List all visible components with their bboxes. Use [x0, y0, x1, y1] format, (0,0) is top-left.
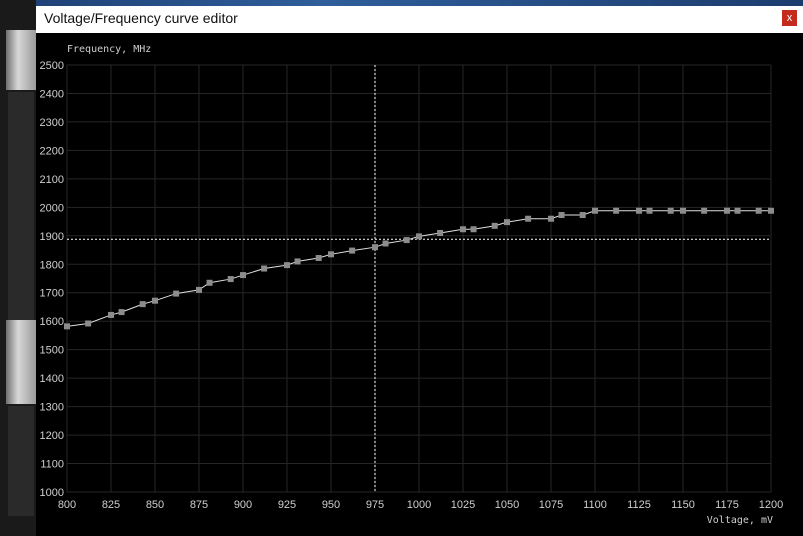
curve-point[interactable]: [152, 297, 158, 304]
curve-point[interactable]: [227, 276, 234, 283]
y-tick-label-1300: 1300: [40, 402, 64, 414]
curve-point[interactable]: [206, 279, 213, 286]
curve-point[interactable]: [548, 215, 554, 222]
x-tick-label-1050: 1050: [495, 499, 519, 511]
curve-point[interactable]: [579, 212, 586, 219]
curve-point[interactable]: [470, 226, 477, 233]
curve-point[interactable]: [437, 229, 444, 236]
chart-tick-labels: 800 825 850 875 900 925 950 975 1000 1025 1050 1075…: [40, 60, 784, 511]
curve-point[interactable]: [646, 207, 653, 214]
curve-point[interactable]: [315, 255, 322, 262]
curve-point[interactable]: [416, 233, 422, 240]
curve-point[interactable]: [701, 207, 708, 214]
y-tick-label-2100: 2100: [40, 174, 64, 186]
y-tick-label-1900: 1900: [40, 231, 64, 243]
curve-point[interactable]: [613, 207, 620, 214]
close-button[interactable]: x: [782, 10, 797, 26]
curve-point[interactable]: [382, 240, 389, 247]
y-axis-label: Frequency, MHz: [67, 44, 151, 55]
close-icon: x: [786, 12, 793, 24]
y-tick-label-1100: 1100: [40, 459, 64, 471]
x-tick-label-975: 975: [366, 499, 384, 511]
x-tick-label-1150: 1150: [671, 499, 695, 511]
y-tick-label-1400: 1400: [40, 373, 64, 385]
x-tick-label-1175: 1175: [715, 499, 739, 511]
curve-point[interactable]: [724, 207, 730, 214]
y-tick-label-1200: 1200: [40, 430, 64, 442]
x-tick-label-1000: 1000: [407, 499, 431, 511]
y-tick-label-1600: 1600: [40, 316, 64, 328]
curve-point[interactable]: [734, 207, 741, 214]
x-tick-label-900: 900: [234, 499, 252, 511]
x-tick-label-1075: 1075: [539, 499, 563, 511]
curve-point[interactable]: [768, 207, 774, 214]
curve-point[interactable]: [284, 262, 290, 269]
x-tick-label-800: 800: [58, 499, 76, 511]
curve-point[interactable]: [261, 265, 268, 272]
y-tick-label-2000: 2000: [40, 202, 64, 214]
y-tick-label-2400: 2400: [40, 88, 64, 100]
panel-chrome-top: [6, 30, 36, 90]
x-axis-label: Voltage, mV: [707, 515, 773, 526]
x-tick-label-825: 825: [102, 499, 120, 511]
curve-point[interactable]: [525, 215, 532, 222]
y-tick-label-1700: 1700: [40, 288, 64, 300]
curve-point[interactable]: [294, 258, 301, 265]
curve-point[interactable]: [139, 301, 146, 308]
y-tick-label-1800: 1800: [40, 259, 64, 271]
curve-point[interactable]: [636, 207, 642, 214]
curve-point[interactable]: [85, 320, 92, 327]
panel-gauge-strip: [8, 92, 34, 320]
x-tick-label-1100: 1100: [583, 499, 607, 511]
y-tick-label-1500: 1500: [40, 345, 64, 357]
curve-point[interactable]: [108, 311, 114, 318]
y-tick-label-1000: 1000: [40, 487, 64, 499]
curve-point[interactable]: [667, 207, 674, 214]
curve-point[interactable]: [173, 290, 180, 297]
y-tick-label-2500: 2500: [40, 60, 64, 72]
curve-point[interactable]: [504, 219, 510, 226]
x-tick-label-875: 875: [190, 499, 208, 511]
curve-point[interactable]: [372, 244, 378, 251]
curve-point[interactable]: [460, 226, 466, 233]
title-bar[interactable]: Voltage/Frequency curve editor x: [36, 6, 803, 33]
x-tick-label-950: 950: [322, 499, 340, 511]
curve-point[interactable]: [558, 212, 565, 219]
curve-point[interactable]: [196, 286, 202, 293]
y-tick-label-2300: 2300: [40, 117, 64, 129]
panel-chrome-middle: [6, 320, 36, 404]
curve-point[interactable]: [64, 323, 70, 330]
vf-curve-chart[interactable]: 800 825 850 875 900 925 950 975 1000 1025 1050 1075…: [36, 33, 803, 536]
curve-point[interactable]: [592, 207, 598, 214]
curve-point[interactable]: [755, 207, 762, 214]
vf-curve-editor-window: Voltage/Frequency curve editor x 800 825 8…: [36, 6, 803, 536]
x-tick-label-925: 925: [278, 499, 296, 511]
window-title: Voltage/Frequency curve editor: [44, 10, 238, 26]
background-app-panel: [0, 0, 36, 536]
x-tick-label-850: 850: [146, 499, 164, 511]
curve-point[interactable]: [328, 251, 334, 258]
curve-point[interactable]: [349, 247, 356, 254]
x-tick-label-1025: 1025: [451, 499, 475, 511]
chart-grid: [66, 64, 772, 493]
y-tick-label-2200: 2200: [40, 145, 64, 157]
curve-point[interactable]: [118, 309, 125, 316]
curve-point[interactable]: [491, 222, 498, 229]
x-tick-label-1125: 1125: [627, 499, 651, 511]
curve-point[interactable]: [240, 272, 246, 279]
curve-point[interactable]: [680, 207, 686, 214]
curve-point[interactable]: [403, 237, 410, 244]
x-tick-label-1200: 1200: [759, 499, 783, 511]
panel-gauge-strip-lower: [8, 406, 34, 516]
